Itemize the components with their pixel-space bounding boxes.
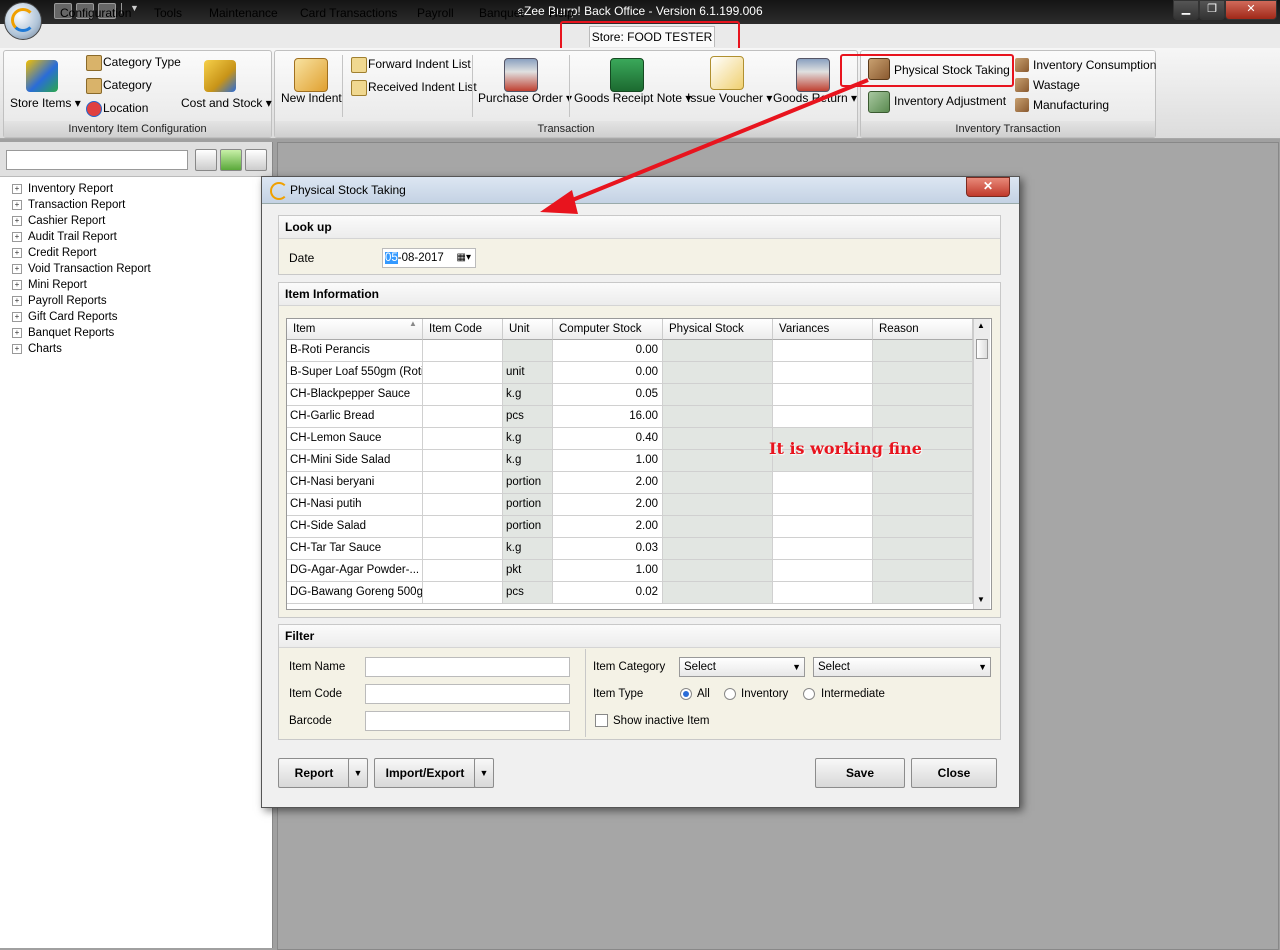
arrow-line bbox=[564, 78, 869, 205]
arrow-head bbox=[540, 190, 578, 214]
annotation-arrow bbox=[540, 78, 869, 214]
